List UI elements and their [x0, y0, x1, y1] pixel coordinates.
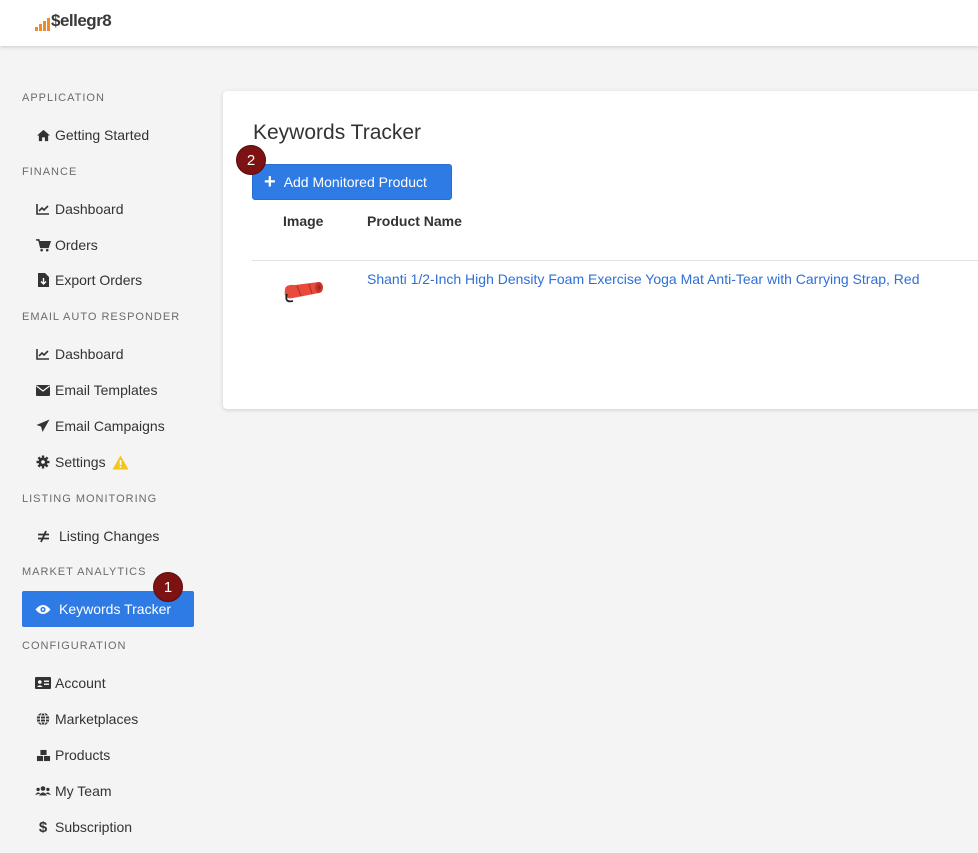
- line-chart-icon: [35, 203, 51, 215]
- logo-bars-icon: [35, 17, 50, 31]
- globe-icon: [35, 712, 51, 726]
- sidebar-item-label: Orders: [55, 237, 98, 253]
- sidebar-item-label: Products: [55, 747, 111, 763]
- top-bar: $ellegr8: [0, 0, 978, 46]
- home-icon: [35, 129, 51, 142]
- sidebar-item-email-campaigns[interactable]: Email Campaigns: [22, 408, 194, 444]
- sidebar-item-finance-dashboard[interactable]: Dashboard: [22, 191, 194, 227]
- sidebar-item-email-templates[interactable]: Email Templates: [22, 372, 194, 408]
- paper-plane-icon: [35, 419, 51, 433]
- yoga-mat-product-image: [284, 282, 323, 303]
- add-button-label: Add Monitored Product: [283, 174, 427, 190]
- plus-icon: +: [264, 171, 276, 193]
- step-badge-2: 2: [236, 145, 266, 175]
- sidebar-item-label: Email Templates: [55, 382, 158, 398]
- page-title: Keywords Tracker: [253, 121, 422, 144]
- file-export-icon: [35, 273, 51, 287]
- sidebar-item-label: Account: [55, 675, 106, 691]
- dollar-icon: $: [38, 818, 48, 836]
- gear-icon: [35, 455, 51, 469]
- section-title-email: EMAIL AUTO RESPONDER: [22, 311, 181, 323]
- keywords-tracker-card: Keywords Tracker + Add Monitored Product…: [223, 91, 978, 409]
- sidebar-item-label: Getting Started: [55, 127, 150, 143]
- section-title-finance: FINANCE: [22, 166, 78, 178]
- sidebar-item-label: Marketplaces: [55, 711, 139, 727]
- sidebar-item-label: Dashboard: [55, 201, 124, 217]
- sidebar-item-subscription[interactable]: $ Subscription: [22, 809, 194, 845]
- sidebar-item-products[interactable]: Products: [22, 737, 194, 773]
- sidebar-item-orders[interactable]: Orders: [22, 227, 194, 263]
- sidebar-item-label: Keywords Tracker: [59, 601, 172, 617]
- step-badge-1: 1: [153, 572, 183, 602]
- cart-icon: [35, 238, 51, 252]
- table-divider: [252, 260, 978, 261]
- sidebar-item-label: Dashboard: [55, 346, 124, 362]
- sidebar-item-export-orders[interactable]: Export Orders: [22, 262, 194, 298]
- sidebar-item-label: Email Campaigns: [55, 418, 165, 434]
- sidebar: APPLICATION Getting Started FINANCE Dash…: [0, 46, 210, 853]
- sidebar-item-label: Listing Changes: [59, 528, 160, 544]
- not-equal-icon: [35, 530, 51, 543]
- users-icon: [35, 785, 51, 797]
- section-title-market: MARKET ANALYTICS: [22, 566, 147, 578]
- cubes-icon: [35, 748, 51, 762]
- app-logo[interactable]: $ellegr8: [35, 11, 112, 31]
- sidebar-item-label: My Team: [55, 783, 112, 799]
- sidebar-item-my-team[interactable]: My Team: [22, 773, 194, 809]
- id-card-icon: [35, 677, 51, 689]
- warning-icon: [112, 455, 129, 470]
- sidebar-item-email-dashboard[interactable]: Dashboard: [22, 336, 194, 372]
- section-title-application: APPLICATION: [22, 92, 105, 104]
- product-name-link[interactable]: Shanti 1/2-Inch High Density Foam Exerci…: [367, 271, 919, 287]
- section-title-listing: LISTING MONITORING: [22, 493, 158, 505]
- sidebar-item-listing-changes[interactable]: Listing Changes: [22, 518, 194, 554]
- column-header-product-name: Product Name: [367, 213, 462, 229]
- sidebar-item-getting-started[interactable]: Getting Started: [22, 117, 194, 153]
- sidebar-item-settings[interactable]: Settings: [22, 444, 194, 480]
- column-header-image: Image: [283, 213, 324, 229]
- envelope-icon: [35, 384, 51, 396]
- sidebar-item-label: Settings: [55, 454, 106, 470]
- add-monitored-product-button[interactable]: + Add Monitored Product: [252, 164, 452, 200]
- line-chart-icon: [35, 348, 51, 360]
- logo-text: $ellegr8: [51, 11, 112, 30]
- sidebar-item-account[interactable]: Account: [22, 665, 194, 701]
- sidebar-item-marketplaces[interactable]: Marketplaces: [22, 701, 194, 737]
- eye-icon: [35, 604, 51, 615]
- section-title-configuration: CONFIGURATION: [22, 640, 127, 652]
- sidebar-item-label: Export Orders: [55, 272, 143, 288]
- sidebar-item-label: Subscription: [55, 819, 133, 835]
